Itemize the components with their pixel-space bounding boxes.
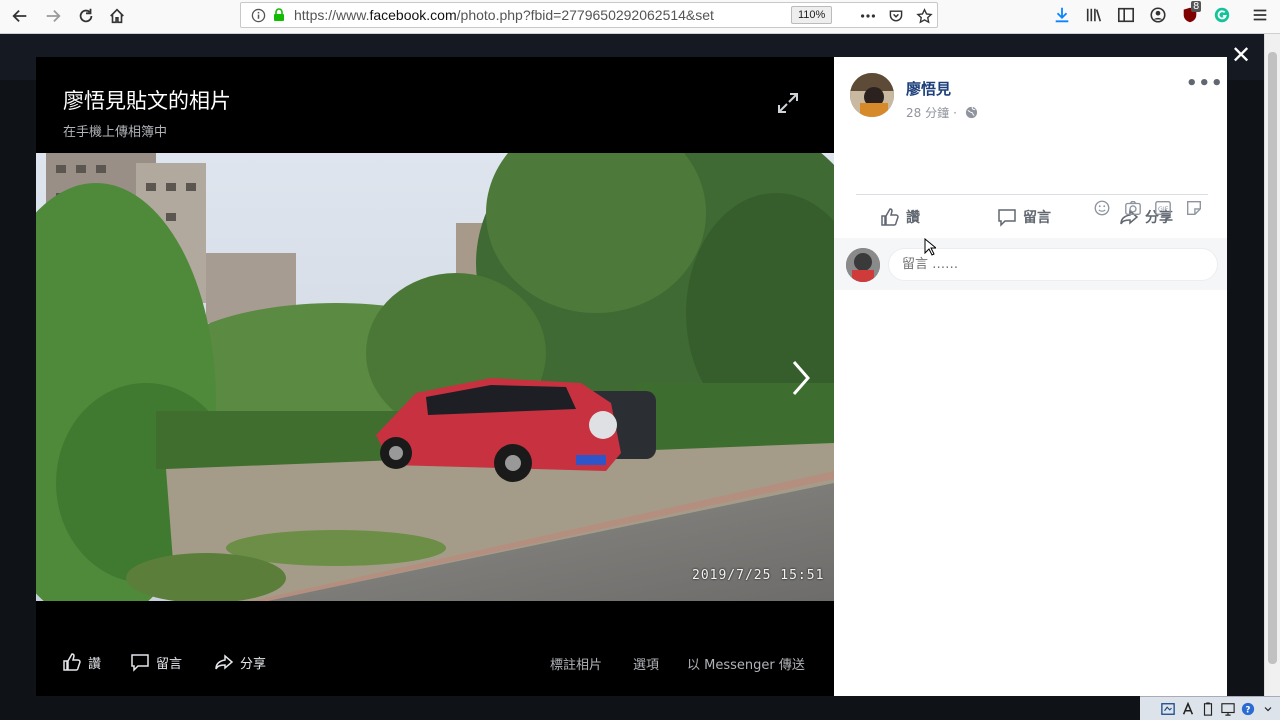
photo-title: 廖悟見貼文的相片	[63, 89, 231, 113]
share-button[interactable]: 分享	[214, 647, 266, 677]
comment-input[interactable]	[888, 248, 1218, 281]
svg-text:?: ?	[1245, 705, 1250, 715]
thumbs-up-icon	[63, 653, 81, 671]
author-name[interactable]: 廖悟見	[906, 78, 951, 99]
download-icon[interactable]	[1050, 4, 1074, 26]
comment-label: 留言	[156, 656, 183, 672]
reload-icon[interactable]	[72, 3, 100, 29]
tray-monitor-icon[interactable]	[1220, 701, 1236, 717]
tray-expand-icon[interactable]	[1260, 701, 1276, 717]
tray-help-icon[interactable]: ?	[1240, 701, 1256, 717]
browser-toolbar: https://www.facebook.com/photo.php?fbid=…	[0, 0, 1280, 34]
post-time-text[interactable]: 28 分鐘	[906, 104, 949, 121]
sidebar-icon[interactable]	[1114, 4, 1138, 26]
panel-like-button[interactable]: 讚	[880, 205, 920, 229]
grammarly-icon[interactable]	[1210, 4, 1234, 26]
url-bar[interactable]: https://www.facebook.com/photo.php?fbid=…	[240, 2, 938, 28]
like-label: 讚	[88, 656, 102, 672]
panel-comment-button[interactable]: 留言	[997, 205, 1051, 229]
lock-icon[interactable]	[272, 8, 286, 22]
tag-photo-link[interactable]: 標註相片	[550, 654, 602, 673]
photo-stage: 廖悟見貼文的相片 在手機上傳相簿中 2019/7/25 15:51 讚 留言 分…	[36, 57, 834, 696]
thumbs-up-icon	[881, 208, 899, 226]
post-time: 28 分鐘 ·	[906, 104, 978, 121]
panel-comment-label: 留言	[1023, 210, 1051, 226]
svg-text:GIF: GIF	[1158, 206, 1169, 213]
forward-icon[interactable]	[39, 3, 67, 29]
photo-timestamp: 2019/7/25 15:51	[692, 568, 825, 583]
options-link[interactable]: 選項	[633, 654, 659, 673]
comment-bubble-icon	[998, 209, 1016, 227]
comment-bubble-icon	[131, 654, 149, 672]
emoji-icon[interactable]	[1092, 198, 1112, 218]
more-options-icon[interactable]: •••	[1186, 73, 1223, 97]
bookmark-star-icon[interactable]	[914, 6, 934, 26]
divider	[856, 194, 1208, 195]
scrollbar-thumb[interactable]	[1268, 52, 1277, 664]
tray-font-icon[interactable]	[1180, 701, 1196, 717]
photo-image[interactable]: 2019/7/25 15:51	[36, 153, 834, 601]
account-icon[interactable]	[1146, 4, 1170, 26]
pocket-icon[interactable]	[886, 6, 906, 26]
back-icon[interactable]	[6, 3, 34, 29]
fullscreen-expand-icon[interactable]	[776, 91, 800, 115]
info-icon[interactable]	[250, 7, 266, 23]
photo-action-bar: 讚 留言 分享 標註相片 選項 以 Messenger 傳送	[36, 647, 834, 677]
tray-battery-icon[interactable]	[1200, 701, 1216, 717]
mouse-cursor-icon	[924, 237, 938, 256]
author-avatar[interactable]	[850, 73, 894, 117]
zoom-level[interactable]: 110%	[791, 6, 833, 24]
my-avatar[interactable]	[846, 248, 880, 282]
album-link[interactable]: 在手機上傳相簿中	[63, 121, 167, 140]
close-icon[interactable]: ✕	[1230, 43, 1252, 67]
comment-button[interactable]: 留言	[130, 647, 182, 677]
camera-icon[interactable]	[1123, 198, 1143, 218]
next-photo-chevron-icon[interactable]	[786, 358, 816, 398]
panel-like-label: 讚	[906, 210, 920, 226]
send-messenger-link[interactable]: 以 Messenger 傳送	[687, 654, 805, 673]
sticker-icon[interactable]	[1184, 198, 1204, 218]
globe-icon[interactable]	[965, 106, 978, 119]
comment-composer	[834, 238, 1227, 290]
ublock-badge: 8	[1191, 1, 1202, 12]
page-scrollbar[interactable]	[1264, 34, 1280, 720]
tray-app-icon[interactable]	[1160, 701, 1176, 717]
home-icon[interactable]	[103, 3, 131, 29]
share-arrow-icon	[215, 654, 234, 670]
system-tray: ?	[1140, 696, 1280, 720]
page-actions-icon[interactable]	[858, 6, 878, 26]
share-label: 分享	[240, 656, 267, 672]
like-button[interactable]: 讚	[62, 647, 101, 677]
menu-icon[interactable]	[1248, 4, 1272, 26]
post-info-panel: 廖悟見 28 分鐘 · ••• 讚 留言 分享	[834, 57, 1227, 696]
url-text[interactable]: https://www.facebook.com/photo.php?fbid=…	[294, 7, 746, 23]
time-separator: ·	[953, 105, 957, 120]
ublock-icon[interactable]: 8	[1178, 1, 1202, 26]
library-icon[interactable]	[1082, 4, 1106, 26]
gif-icon[interactable]: GIF	[1153, 198, 1173, 218]
